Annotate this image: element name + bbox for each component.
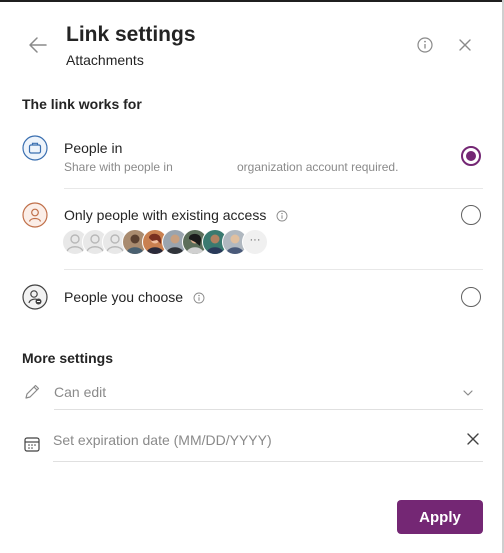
info-icon[interactable] [193, 292, 205, 304]
clear-date-icon[interactable] [466, 432, 480, 446]
calendar-icon [24, 437, 40, 452]
apply-button[interactable]: Apply [397, 500, 483, 534]
person-add-icon [22, 284, 48, 310]
permission-dropdown[interactable]: Can edit [22, 380, 483, 410]
option-existing-access[interactable]: Only people with existing access ··· [22, 201, 483, 261]
arrow-left-icon[interactable] [26, 34, 50, 56]
field-underline [53, 461, 483, 462]
option-description-left: Share with people in [64, 160, 173, 174]
more-settings-heading: More settings [22, 350, 114, 366]
option-description-right: organization account required. [237, 160, 399, 174]
existing-access-avatars[interactable]: ··· [62, 229, 282, 257]
option-label-wrap: People you choose [64, 289, 205, 305]
option-divider [64, 188, 483, 189]
person-icon [22, 202, 48, 228]
briefcase-icon [22, 135, 48, 161]
info-icon[interactable] [276, 210, 288, 222]
page-title: Link settings [66, 23, 196, 46]
option-label-wrap: Only people with existing access [64, 207, 288, 223]
option-people-you-choose[interactable]: People you choose [22, 283, 483, 313]
option-divider [64, 269, 483, 270]
link-works-for-heading: The link works for [22, 96, 142, 112]
radio-people-in-org[interactable] [461, 146, 481, 166]
more-avatars-button[interactable]: ··· [242, 229, 268, 255]
info-icon[interactable] [416, 36, 434, 54]
close-icon[interactable] [456, 36, 474, 54]
option-label: People in [64, 140, 123, 156]
radio-existing-access[interactable] [461, 205, 481, 225]
panel-header: Link settings Attachments [0, 0, 504, 80]
permission-value: Can edit [54, 384, 107, 400]
chevron-down-icon[interactable] [462, 387, 474, 399]
option-label: People you choose [64, 289, 184, 305]
field-underline [54, 409, 483, 410]
radio-people-you-choose[interactable] [461, 287, 481, 307]
option-label: Only people with existing access [64, 207, 267, 223]
expiration-date-field[interactable]: Set expiration date (MM/DD/YYYY) [22, 428, 483, 462]
option-people-in-org[interactable]: People in Share with people in organizat… [22, 134, 483, 184]
expiration-date-placeholder: Set expiration date (MM/DD/YYYY) [53, 432, 272, 448]
page-subtitle: Attachments [66, 52, 144, 68]
pencil-icon [25, 384, 40, 399]
